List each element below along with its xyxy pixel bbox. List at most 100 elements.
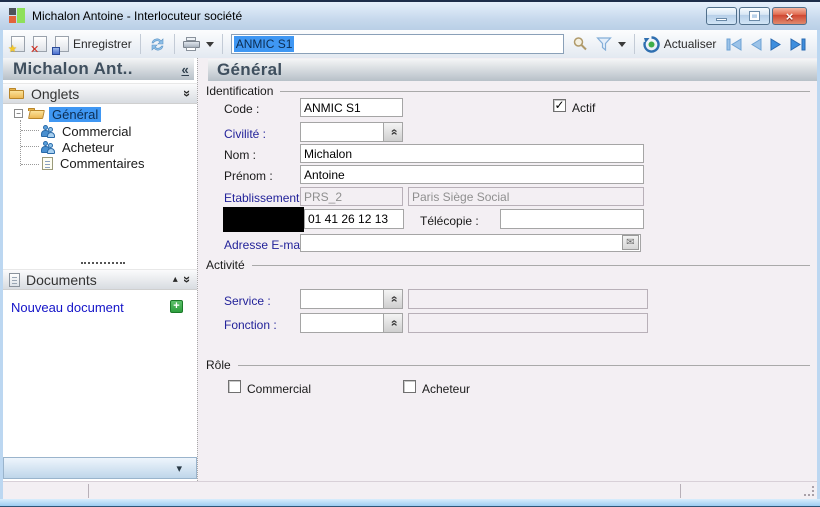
window-body: Michalon Ant.. « Onglets » − Général Com…: [3, 58, 817, 481]
window-title: Michalon Antoine - Interlocuteur société: [32, 9, 243, 23]
status-bar: [3, 481, 817, 499]
civilite-dropdown-button[interactable]: »: [383, 123, 402, 141]
nom-input[interactable]: [300, 144, 644, 163]
tree-item-label: Commentaires: [60, 155, 145, 171]
etablissement-name-field: [408, 187, 644, 206]
new-document-link[interactable]: Nouveau document: [11, 300, 124, 315]
service-value: [301, 290, 383, 308]
sidebar: Michalon Ant.. « Onglets » − Général Com…: [3, 58, 197, 481]
email-input[interactable]: [300, 234, 641, 252]
next-record-button[interactable]: [769, 37, 783, 51]
app-window: Michalon Antoine - Interlocuteur société…: [0, 0, 820, 507]
add-document-button[interactable]: +: [170, 300, 183, 313]
first-record-button[interactable]: [726, 37, 743, 51]
prenom-input[interactable]: [300, 165, 644, 184]
fonction-dropdown-button[interactable]: »: [383, 314, 402, 332]
people-icon: [41, 124, 56, 138]
search-button[interactable]: [568, 34, 592, 54]
telecopie-input[interactable]: [500, 209, 644, 229]
close-button[interactable]: ×: [772, 7, 807, 25]
panel-splitter-handle[interactable]: [81, 262, 125, 264]
etablissement-label: Etablissement :: [224, 191, 307, 205]
etablissement-code-field: [300, 187, 403, 206]
tree-item-acheteur[interactable]: Acheteur: [3, 139, 197, 155]
tree-item-commentaires[interactable]: Commentaires: [3, 155, 197, 171]
role-group: Rôle: [206, 358, 812, 372]
save-label: Enregistrer: [73, 37, 132, 51]
civilite-label: Civilité :: [224, 127, 267, 141]
search-icon: [573, 37, 587, 51]
code-input[interactable]: [300, 98, 403, 117]
onglets-panel-header[interactable]: Onglets »: [3, 83, 197, 104]
refresh-icon: [151, 37, 164, 51]
window-controls: ×: [704, 7, 807, 25]
sidebar-footer-bar[interactable]: ▾: [3, 457, 197, 479]
save-icon: [52, 36, 69, 55]
actualiser-button[interactable]: Actualiser: [639, 34, 721, 55]
new-button[interactable]: ★: [7, 34, 29, 55]
previous-record-button[interactable]: [749, 37, 763, 51]
send-email-button[interactable]: ✉: [622, 235, 639, 250]
tree-item-general[interactable]: Général: [3, 106, 197, 122]
commercial-checkbox[interactable]: [228, 380, 241, 393]
sidebar-title: Michalon Ant..: [13, 59, 133, 78]
maximize-button[interactable]: [739, 7, 770, 25]
telecopie-label: Télécopie :: [420, 214, 479, 228]
new-record-icon: ★: [8, 36, 25, 55]
record-search-input[interactable]: ANMIC S1: [230, 34, 564, 54]
service-dropdown-button[interactable]: »: [383, 290, 402, 308]
minimize-button[interactable]: [706, 7, 737, 25]
last-record-button[interactable]: [789, 37, 806, 51]
minimize-icon: [716, 17, 727, 21]
documents-panel-header[interactable]: Documents ▴ »: [3, 269, 197, 290]
commercial-label: Commercial: [247, 382, 312, 396]
record-navigation: [726, 37, 806, 51]
save-button[interactable]: Enregistrer: [51, 34, 136, 55]
status-divider: [88, 484, 89, 498]
code-label: Code :: [224, 102, 260, 116]
maximize-icon: [749, 11, 760, 21]
collapse-sidebar-icon[interactable]: «: [181, 62, 189, 77]
tree-item-label: Commercial: [62, 123, 132, 139]
print-button[interactable]: [179, 35, 218, 53]
actif-label: Actif: [572, 101, 596, 115]
filter-icon: [595, 37, 612, 51]
delete-button[interactable]: ✕: [29, 34, 51, 56]
close-icon: ×: [785, 8, 794, 24]
document-icon: [9, 272, 20, 287]
toolbar-separator: [221, 34, 223, 54]
page-title-bar: Général: [208, 59, 817, 81]
tree-item-commercial[interactable]: Commercial: [3, 123, 197, 139]
main-panel: Général Identification Code : Actif Civi…: [201, 58, 817, 481]
app-icon: [9, 8, 25, 24]
print-dropdown-icon[interactable]: [205, 41, 214, 47]
activite-group: Activité: [206, 258, 812, 272]
toolbar-separator: [173, 34, 175, 54]
acheteur-checkbox[interactable]: [403, 380, 416, 393]
scroll-up-icon[interactable]: ▴: [173, 274, 178, 285]
tree-item-label: Acheteur: [62, 139, 115, 155]
prenom-label: Prénom :: [224, 169, 273, 183]
refresh-button[interactable]: [145, 35, 170, 54]
collapse-panel-icon[interactable]: »: [180, 276, 195, 283]
telephone-input[interactable]: [304, 209, 404, 229]
service-detail-field: [408, 289, 648, 309]
title-bar[interactable]: Michalon Antoine - Interlocuteur société…: [0, 2, 820, 30]
civilite-combobox[interactable]: »: [300, 122, 403, 142]
resize-grip[interactable]: [804, 486, 814, 496]
sidebar-title-bar: Michalon Ant.. «: [3, 58, 194, 80]
collapse-panel-icon[interactable]: »: [180, 90, 195, 97]
documents-label: Documents: [26, 271, 97, 288]
service-combobox[interactable]: »: [300, 289, 403, 309]
filter-dropdown-icon[interactable]: [617, 41, 626, 47]
civilite-value: [301, 123, 383, 141]
people-icon: [41, 140, 56, 154]
filter-button[interactable]: [592, 35, 630, 53]
status-divider: [680, 484, 681, 498]
chevron-down-icon: »: [386, 295, 400, 303]
fonction-combobox[interactable]: »: [300, 313, 403, 333]
actif-checkbox[interactable]: [553, 99, 566, 112]
identification-group: Identification: [206, 84, 812, 98]
actualiser-label: Actualiser: [663, 37, 717, 51]
chevron-down-icon: »: [386, 319, 400, 327]
